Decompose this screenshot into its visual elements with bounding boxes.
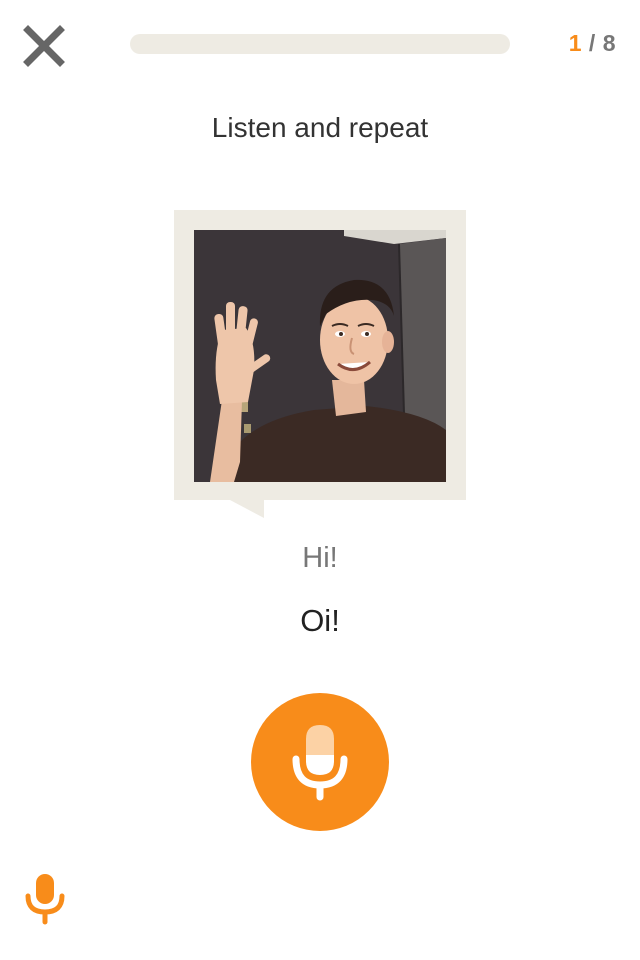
translation-text: Hi! bbox=[302, 542, 338, 574]
photo-illustration bbox=[194, 230, 446, 482]
phrase-to-repeat: Oi! bbox=[300, 603, 340, 638]
progress-bar bbox=[130, 34, 510, 54]
microphone-icon bbox=[25, 874, 65, 925]
microphone-toggle-button[interactable] bbox=[24, 870, 66, 926]
listen-and-repeat-screen: 1 / 8 Listen and repeat Hi! Oi! bbox=[0, 0, 640, 960]
microphone-icon bbox=[292, 725, 348, 801]
close-button[interactable] bbox=[22, 24, 66, 68]
waving-person-photo bbox=[194, 230, 446, 482]
counter-separator: / bbox=[588, 30, 596, 56]
exercise-instruction: Listen and repeat bbox=[211, 112, 429, 143]
speech-bubble-tail bbox=[230, 500, 264, 518]
close-icon bbox=[23, 25, 65, 67]
lesson-counter: 1 / 8 bbox=[569, 30, 616, 57]
counter-total: 8 bbox=[602, 30, 616, 56]
record-button[interactable] bbox=[251, 693, 389, 831]
counter-current: 1 bbox=[568, 30, 583, 56]
